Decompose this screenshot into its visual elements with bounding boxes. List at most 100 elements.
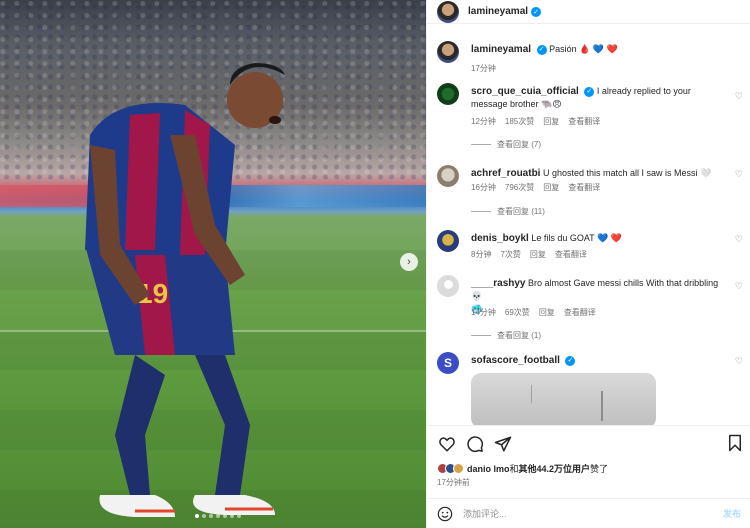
heart-outline-icon[interactable]: [437, 434, 457, 454]
caption: lamineyamal ✓ Pasión 🩸 💙 ❤️ 17分钟: [437, 41, 743, 81]
comment-item: scro_que_cuia_official ✓ I already repli…: [437, 83, 743, 153]
comments-list[interactable]: lamineyamal ✓ Pasión 🩸 💙 ❤️ 17分钟 scro_qu…: [427, 25, 750, 425]
comment-meta: 8分钟 7次赞 回复 查看翻译: [471, 249, 587, 260]
commenter-avatar[interactable]: S: [437, 352, 459, 374]
verified-badge-icon: ✓: [584, 86, 595, 97]
comment-time: 8分钟: [471, 250, 492, 259]
likes-others[interactable]: 其他44.2万位用户: [519, 464, 591, 474]
comment-media-preview[interactable]: [471, 373, 656, 425]
post-header: lamineyamal ✓: [427, 0, 750, 24]
emoji-picker-icon[interactable]: [437, 506, 453, 522]
verified-badge-icon: ✓: [536, 44, 547, 55]
view-replies-label: 查看回复 (1): [497, 331, 541, 340]
comment-body: sofascore_football ✓: [471, 354, 726, 367]
reply-button[interactable]: 回复: [543, 182, 559, 193]
comment-text: U ghosted this match all I saw is Messi …: [542, 168, 712, 178]
likes-connector: 和: [509, 464, 519, 474]
caption-avatar[interactable]: [437, 41, 459, 63]
carousel-dots: [195, 514, 241, 518]
comment-like-icon[interactable]: ♡: [735, 234, 743, 245]
comment-meta: 14分钟 69次赞 回复 查看翻译: [471, 307, 596, 318]
comment-body: denis_boykl Le fils du GOAT 💙 ❤️: [471, 232, 726, 245]
comment-item: achref_rouatbi U ghosted this match all …: [437, 165, 743, 225]
commenter-avatar[interactable]: [437, 83, 459, 105]
comment-time: 16分钟: [471, 183, 496, 192]
red-heart-icon: ❤️: [606, 44, 618, 54]
caption-username[interactable]: lamineyamal: [471, 44, 531, 55]
liker-avatar: [453, 463, 464, 474]
translate-button[interactable]: 查看翻译: [564, 307, 596, 318]
comment-meta: 12分钟 185次赞 回复 查看翻译: [471, 116, 600, 127]
add-comment-bar: 发布: [427, 498, 750, 528]
view-replies-label: 查看回复 (7): [497, 140, 541, 149]
blood-drop-icon: 🩸: [579, 44, 591, 54]
translate-button[interactable]: 查看翻译: [568, 116, 600, 127]
post-media[interactable]: 19 ›: [0, 0, 426, 528]
post-side-panel: lamineyamal ✓ lamineyamal ✓ Pasión 🩸 💙 ❤…: [426, 0, 750, 528]
player-figure: 19: [85, 63, 285, 517]
commenter-avatar[interactable]: [437, 230, 459, 252]
caption-body: lamineyamal ✓ Pasión 🩸 💙 ❤️: [471, 43, 726, 56]
comment-time: 14分钟: [471, 308, 496, 317]
sofascore-logo-icon: S: [443, 356, 452, 370]
comment-body: scro_que_cuia_official ✓ I already repli…: [471, 85, 726, 111]
comment-like-icon[interactable]: ♡: [735, 169, 743, 180]
comment-likes[interactable]: 185次赞: [505, 116, 534, 127]
commenter-avatar[interactable]: [437, 275, 459, 297]
comment-username[interactable]: sofascore_football: [471, 355, 560, 366]
comment-item: denis_boykl Le fils du GOAT 💙 ❤️ ♡ 8分钟 7…: [437, 230, 743, 270]
verified-badge-icon: ✓: [565, 355, 576, 366]
translate-button[interactable]: 查看翻译: [568, 182, 600, 193]
preview-detail: [601, 391, 603, 421]
translate-button[interactable]: 查看翻译: [555, 249, 587, 260]
view-replies-button[interactable]: 查看回复 (7): [471, 139, 541, 150]
comment-likes[interactable]: 7次赞: [500, 249, 520, 260]
likes-suffix: 赞了: [590, 464, 609, 474]
comment-likes[interactable]: 69次赞: [505, 307, 530, 318]
verified-badge-icon: ✓: [531, 6, 542, 17]
caption-text: Pasión: [549, 44, 577, 54]
comment-like-icon[interactable]: ♡: [735, 281, 743, 292]
post-actions: [427, 425, 750, 461]
view-replies-button[interactable]: 查看回复 (1): [471, 330, 541, 341]
reply-button[interactable]: 回复: [543, 116, 559, 127]
comment-username[interactable]: achref_rouatbi: [471, 168, 540, 179]
caption-meta: 17分钟: [471, 63, 496, 74]
comment-username[interactable]: ____rashyy: [471, 278, 526, 289]
next-image-button[interactable]: ›: [400, 253, 418, 271]
reply-button[interactable]: 回复: [530, 249, 546, 260]
author-avatar[interactable]: [437, 0, 459, 23]
likes-user[interactable]: danio lmo: [467, 464, 510, 474]
comment-input[interactable]: [463, 508, 683, 519]
comment-meta: 16分钟 796次赞 回复 查看翻译: [471, 182, 600, 193]
red-heart-icon: ❤️: [610, 233, 622, 243]
replies-line: [471, 144, 491, 145]
post-comment-button[interactable]: 发布: [723, 507, 741, 520]
post-timestamp[interactable]: 17分钟前: [437, 477, 470, 488]
likes-summary[interactable]: danio lmo和其他44.2万位用户赞了: [437, 462, 608, 475]
replies-line: [471, 211, 491, 212]
comment-username[interactable]: scro_que_cuia_official: [471, 86, 579, 97]
comment-body: achref_rouatbi U ghosted this match all …: [471, 167, 726, 180]
blue-heart-icon: 💙: [592, 44, 605, 54]
caption-time: 17分钟: [471, 64, 496, 73]
comment-like-icon[interactable]: ♡: [735, 91, 743, 102]
view-replies-button[interactable]: 查看回复 (11): [471, 206, 545, 217]
blue-heart-icon: 💙: [597, 233, 609, 243]
view-replies-label: 查看回复 (11): [497, 207, 545, 216]
commenter-avatar[interactable]: [437, 165, 459, 187]
comment-username[interactable]: denis_boykl: [471, 233, 529, 244]
reply-button[interactable]: 回复: [539, 307, 555, 318]
paper-plane-icon[interactable]: [493, 434, 513, 454]
comment-likes[interactable]: 796次赞: [505, 182, 534, 193]
comment-bubble-icon[interactable]: [465, 434, 485, 454]
comment-time: 12分钟: [471, 117, 496, 126]
author-username[interactable]: lamineyamal: [468, 6, 528, 17]
bookmark-icon[interactable]: [727, 434, 743, 457]
preview-detail: [531, 385, 532, 403]
likes-text: danio lmo和其他44.2万位用户赞了: [467, 462, 608, 475]
comment-text: Le fils du GOAT: [531, 233, 595, 243]
replies-line: [471, 335, 491, 336]
comment-item: ____rashyy Bro almost Gave messi chills …: [437, 275, 743, 345]
comment-like-icon[interactable]: ♡: [735, 356, 743, 367]
